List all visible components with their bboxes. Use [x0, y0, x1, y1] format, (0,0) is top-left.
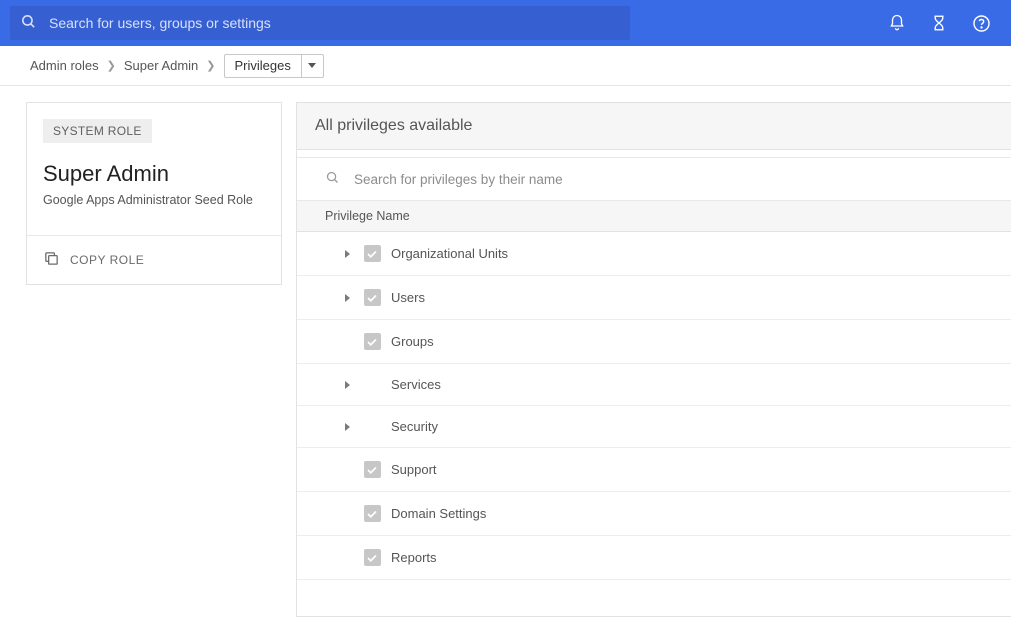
role-subtitle: Google Apps Administrator Seed Role [43, 193, 265, 207]
checkbox-checked-icon [364, 461, 381, 478]
privilege-row[interactable]: Domain Settings [297, 492, 1011, 536]
privilege-row[interactable]: Reports [297, 536, 1011, 580]
breadcrumb-current-label: Privileges [225, 55, 301, 77]
copy-role-button[interactable]: COPY ROLE [27, 236, 281, 284]
privilege-checkbox[interactable] [357, 505, 387, 522]
topbar-icons [888, 14, 1001, 33]
chevron-right-icon: ❯ [206, 59, 215, 72]
copy-role-label: COPY ROLE [70, 253, 144, 267]
content-area: SYSTEM ROLE Super Admin Google Apps Admi… [0, 86, 1011, 617]
privilege-label: Security [391, 419, 438, 434]
expand-toggle[interactable] [337, 381, 357, 389]
chevron-right-icon: ❯ [107, 59, 116, 72]
global-search-input[interactable] [49, 15, 620, 31]
privilege-label: Domain Settings [391, 506, 486, 521]
privilege-label: Services [391, 377, 441, 392]
caret-right-icon [345, 294, 350, 302]
privilege-label: Organizational Units [391, 246, 508, 261]
checkbox-checked-icon [364, 549, 381, 566]
hourglass-icon[interactable] [930, 14, 948, 32]
privilege-list: Organizational Units Users Groups Services S… [297, 232, 1011, 616]
privilege-checkbox[interactable] [357, 289, 387, 306]
column-header: Privilege Name [297, 201, 1011, 232]
checkbox-checked-icon [364, 505, 381, 522]
top-bar [0, 0, 1011, 46]
privilege-row[interactable]: Support [297, 448, 1011, 492]
privilege-label: Support [391, 462, 437, 477]
panel-title: All privileges available [297, 103, 1011, 150]
privilege-checkbox[interactable] [357, 245, 387, 262]
privilege-label: Reports [391, 550, 437, 565]
copy-icon [43, 250, 60, 270]
caret-right-icon [345, 250, 350, 258]
breadcrumb-item[interactable]: Admin roles [30, 58, 99, 73]
privilege-checkbox[interactable] [357, 461, 387, 478]
privilege-search [297, 158, 1011, 201]
privileges-panel: All privileges available Privilege Name … [296, 102, 1011, 617]
checkbox-checked-icon [364, 245, 381, 262]
search-icon [20, 13, 37, 33]
search-icon [325, 170, 340, 188]
caret-down-icon [308, 63, 316, 68]
privilege-label: Users [391, 290, 425, 305]
caret-right-icon [345, 423, 350, 431]
expand-toggle[interactable] [337, 423, 357, 431]
breadcrumb: Admin roles ❯ Super Admin ❯ Privileges [0, 46, 1011, 86]
privilege-search-input[interactable] [354, 172, 983, 187]
privilege-row[interactable]: Security [297, 406, 1011, 448]
breadcrumb-dropdown[interactable] [301, 55, 323, 77]
privilege-row[interactable]: Organizational Units [297, 232, 1011, 276]
role-card: SYSTEM ROLE Super Admin Google Apps Admi… [26, 102, 282, 285]
privilege-checkbox[interactable] [357, 549, 387, 566]
privilege-row[interactable]: Services [297, 364, 1011, 406]
role-type-badge: SYSTEM ROLE [43, 119, 152, 143]
role-title: Super Admin [43, 161, 265, 187]
privilege-row[interactable]: Users [297, 276, 1011, 320]
privilege-checkbox[interactable] [357, 333, 387, 350]
expand-toggle[interactable] [337, 294, 357, 302]
privilege-label: Groups [391, 334, 434, 349]
help-icon[interactable] [972, 14, 991, 33]
breadcrumb-current: Privileges [224, 54, 324, 78]
checkbox-checked-icon [364, 333, 381, 350]
caret-right-icon [345, 381, 350, 389]
privilege-row[interactable]: Groups [297, 320, 1011, 364]
checkbox-checked-icon [364, 289, 381, 306]
global-search[interactable] [10, 6, 630, 40]
breadcrumb-item[interactable]: Super Admin [124, 58, 198, 73]
notifications-icon[interactable] [888, 14, 906, 32]
expand-toggle[interactable] [337, 250, 357, 258]
